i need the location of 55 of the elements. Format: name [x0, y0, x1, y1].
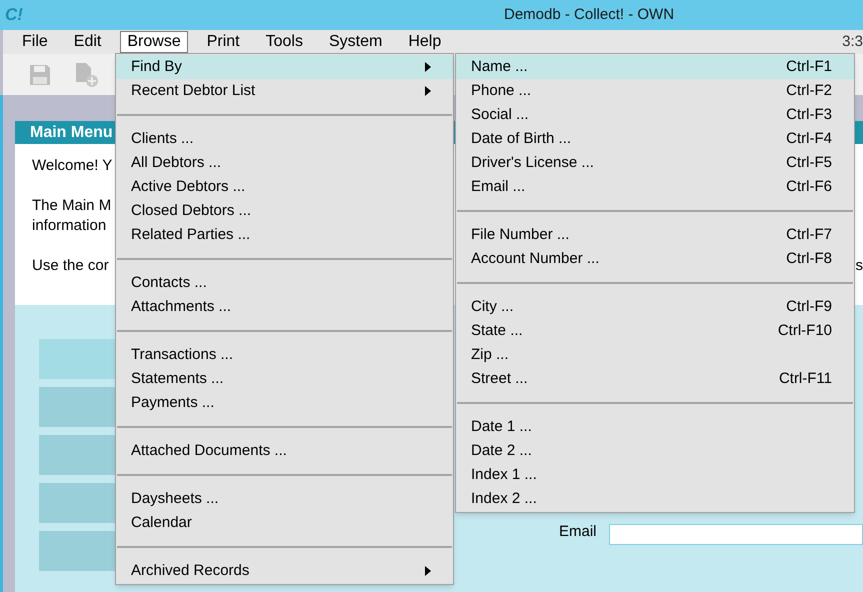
menu-item[interactable]: Name ... Ctrl-F1: [456, 55, 854, 79]
instruction-text: s: [856, 256, 863, 276]
menu-bar-item[interactable]: Print: [200, 31, 247, 53]
menu-item[interactable]: Date 1 ...: [456, 415, 854, 439]
menu-item[interactable]: Closed Debtors ...: [116, 199, 453, 223]
menu-item[interactable]: State ... Ctrl-F10: [456, 319, 854, 343]
save-icon: [29, 64, 51, 86]
menu-bar-item[interactable]: Browse: [120, 31, 188, 53]
welcome-text: Welcome! Y: [32, 156, 112, 176]
menu-item[interactable]: Driver's License ... Ctrl-F5: [456, 151, 854, 175]
menu-item[interactable]: Clients ...: [116, 127, 453, 151]
description-text: information: [32, 216, 106, 236]
menu-item[interactable]: Street ... Ctrl-F11: [456, 367, 854, 391]
menu-item[interactable]: City ... Ctrl-F9: [456, 295, 854, 319]
menu-item[interactable]: Email ... Ctrl-F6: [456, 175, 854, 199]
menu-bar-item[interactable]: Help: [401, 31, 448, 53]
panel-title: Main Menu: [30, 122, 113, 142]
menu-item[interactable]: Zip ...: [456, 343, 854, 367]
menu-item[interactable]: Attachments ...: [116, 295, 453, 319]
clock-text: 3:3: [842, 32, 863, 52]
submenu-arrow-icon: [425, 86, 431, 96]
new-document-icon: [75, 62, 99, 88]
menu-item[interactable]: Find By: [116, 55, 453, 79]
instruction-text: Use the cor: [32, 256, 109, 276]
menu-item[interactable]: Recent Debtor List: [116, 79, 453, 103]
menu-bar-item[interactable]: System: [322, 31, 390, 53]
menu-item[interactable]: Phone ... Ctrl-F2: [456, 79, 854, 103]
menu-item[interactable]: Social ... Ctrl-F3: [456, 103, 854, 127]
menu-item[interactable]: Index 1 ...: [456, 463, 854, 487]
menu-item[interactable]: Payments ...: [116, 391, 453, 415]
menu-item[interactable]: Index 2 ...: [456, 487, 854, 511]
menu-item[interactable]: All Debtors ...: [116, 151, 453, 175]
menu-bar-item[interactable]: Tools: [258, 31, 310, 53]
window-title: Demodb - Collect! - OWN: [504, 4, 674, 25]
menu-item[interactable]: Statements ...: [116, 367, 453, 391]
submenu-arrow-icon: [425, 62, 431, 72]
menu-item[interactable]: Date of Birth ... Ctrl-F4: [456, 127, 854, 151]
menu-item[interactable]: Related Parties ...: [116, 223, 453, 247]
menu-item[interactable]: Date 2 ...: [456, 439, 854, 463]
submenu-arrow-icon: [425, 566, 431, 576]
menu-item[interactable]: Transactions ...: [116, 343, 453, 367]
menu-item[interactable]: Daysheets ...: [116, 487, 453, 511]
app-logo: C!: [5, 4, 23, 26]
menu-item[interactable]: File Number ... Ctrl-F7: [456, 223, 854, 247]
menu-item[interactable]: Calendar: [116, 511, 453, 535]
menu-bar-item[interactable]: Edit: [66, 31, 108, 53]
menu-item[interactable]: Account Number ... Ctrl-F8: [456, 247, 854, 271]
email-field[interactable]: [608, 524, 863, 545]
description-text: The Main M: [32, 196, 112, 216]
menu-item[interactable]: Attached Documents ...: [116, 439, 453, 463]
menu-bar-item[interactable]: File: [15, 31, 55, 53]
email-label: Email: [559, 522, 597, 542]
menu-item[interactable]: Active Debtors ...: [116, 175, 453, 199]
menu-item[interactable]: Contacts ...: [116, 271, 453, 295]
menu-item[interactable]: Archived Records: [116, 559, 453, 583]
